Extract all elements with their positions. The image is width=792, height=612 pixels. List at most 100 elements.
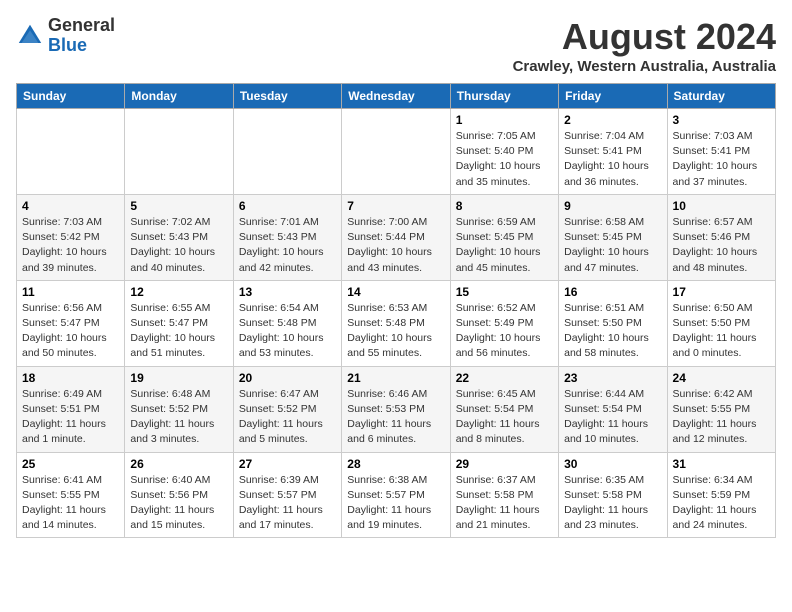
day-number: 31 <box>673 457 770 471</box>
title-area: August 2024 Crawley, Western Australia, … <box>513 16 776 75</box>
weekday-header-wednesday: Wednesday <box>342 84 450 109</box>
calendar-week-row: 25 Sunrise: 6:41 AMSunset: 5:55 PMDayligh… <box>17 452 776 538</box>
day-number: 21 <box>347 371 444 385</box>
calendar-cell: 1 Sunrise: 7:05 AMSunset: 5:40 PMDaylight… <box>450 109 558 195</box>
day-number: 29 <box>456 457 553 471</box>
weekday-header-monday: Monday <box>125 84 233 109</box>
weekday-header-row: SundayMondayTuesdayWednesdayThursdayFrid… <box>17 84 776 109</box>
calendar-week-row: 1 Sunrise: 7:05 AMSunset: 5:40 PMDaylight… <box>17 109 776 195</box>
calendar-week-row: 11Sunrise: 6:56 AMSunset: 5:47 PMDayligh… <box>17 280 776 366</box>
calendar-cell: 15Sunrise: 6:52 AMSunset: 5:49 PMDayligh… <box>450 280 558 366</box>
day-info: Sunrise: 6:53 AMSunset: 5:48 PMDaylight:… <box>347 301 444 362</box>
day-info: Sunrise: 7:02 AMSunset: 5:43 PMDaylight:… <box>130 215 227 276</box>
calendar-cell <box>17 109 125 195</box>
day-number: 3 <box>673 113 770 127</box>
day-info: Sunrise: 6:45 AMSunset: 5:54 PMDaylight:… <box>456 387 553 448</box>
day-info: Sunrise: 6:34 AMSunset: 5:59 PMDaylight:… <box>673 473 770 534</box>
day-info: Sunrise: 6:57 AMSunset: 5:46 PMDaylight:… <box>673 215 770 276</box>
day-info: Sunrise: 6:56 AMSunset: 5:47 PMDaylight:… <box>22 301 119 362</box>
day-number: 25 <box>22 457 119 471</box>
day-number: 22 <box>456 371 553 385</box>
day-info: Sunrise: 6:51 AMSunset: 5:50 PMDaylight:… <box>564 301 661 362</box>
calendar-cell: 20 Sunrise: 6:47 AMSunset: 5:52 PMDayligh… <box>233 366 341 452</box>
day-number: 2 <box>564 113 661 127</box>
day-number: 26 <box>130 457 227 471</box>
calendar-cell: 26 Sunrise: 6:40 AMSunset: 5:56 PMDayligh… <box>125 452 233 538</box>
calendar-cell: 17 Sunrise: 6:50 AMSunset: 5:50 PMDayligh… <box>667 280 775 366</box>
calendar-cell: 25 Sunrise: 6:41 AMSunset: 5:55 PMDayligh… <box>17 452 125 538</box>
calendar-cell: 13 Sunrise: 6:54 AMSunset: 5:48 PMDayligh… <box>233 280 341 366</box>
logo-icon <box>16 22 44 50</box>
logo-general: General <box>48 16 115 36</box>
day-info: Sunrise: 6:58 AMSunset: 5:45 PMDaylight:… <box>564 215 661 276</box>
day-number: 17 <box>673 285 770 299</box>
day-number: 19 <box>130 371 227 385</box>
day-info: Sunrise: 7:01 AMSunset: 5:43 PMDaylight:… <box>239 215 336 276</box>
day-number: 23 <box>564 371 661 385</box>
calendar-cell: 24 Sunrise: 6:42 AMSunset: 5:55 PMDayligh… <box>667 366 775 452</box>
day-info: Sunrise: 6:47 AMSunset: 5:52 PMDaylight:… <box>239 387 336 448</box>
page-header: General Blue August 2024 Crawley, Wester… <box>16 16 776 75</box>
calendar-cell: 30 Sunrise: 6:35 AMSunset: 5:58 PMDayligh… <box>559 452 667 538</box>
day-number: 12 <box>130 285 227 299</box>
day-number: 1 <box>456 113 553 127</box>
logo-blue: Blue <box>48 36 115 56</box>
calendar-table: SundayMondayTuesdayWednesdayThursdayFrid… <box>16 83 776 538</box>
day-info: Sunrise: 7:05 AMSunset: 5:40 PMDaylight:… <box>456 129 553 190</box>
day-info: Sunrise: 6:55 AMSunset: 5:47 PMDaylight:… <box>130 301 227 362</box>
day-number: 18 <box>22 371 119 385</box>
day-number: 6 <box>239 199 336 213</box>
day-info: Sunrise: 6:52 AMSunset: 5:49 PMDaylight:… <box>456 301 553 362</box>
day-number: 4 <box>22 199 119 213</box>
month-title: August 2024 <box>513 16 776 58</box>
weekday-header-thursday: Thursday <box>450 84 558 109</box>
day-info: Sunrise: 7:00 AMSunset: 5:44 PMDaylight:… <box>347 215 444 276</box>
calendar-cell: 12 Sunrise: 6:55 AMSunset: 5:47 PMDayligh… <box>125 280 233 366</box>
calendar-cell: 10 Sunrise: 6:57 AMSunset: 5:46 PMDayligh… <box>667 194 775 280</box>
calendar-cell: 28 Sunrise: 6:38 AMSunset: 5:57 PMDayligh… <box>342 452 450 538</box>
calendar-cell: 16Sunrise: 6:51 AMSunset: 5:50 PMDayligh… <box>559 280 667 366</box>
calendar-cell: 5Sunrise: 7:02 AMSunset: 5:43 PMDaylight… <box>125 194 233 280</box>
calendar-week-row: 4 Sunrise: 7:03 AMSunset: 5:42 PMDaylight… <box>17 194 776 280</box>
calendar-cell: 8Sunrise: 6:59 AMSunset: 5:45 PMDaylight… <box>450 194 558 280</box>
calendar-week-row: 18 Sunrise: 6:49 AMSunset: 5:51 PMDayligh… <box>17 366 776 452</box>
day-info: Sunrise: 6:50 AMSunset: 5:50 PMDaylight:… <box>673 301 770 362</box>
day-number: 10 <box>673 199 770 213</box>
day-info: Sunrise: 6:54 AMSunset: 5:48 PMDaylight:… <box>239 301 336 362</box>
weekday-header-sunday: Sunday <box>17 84 125 109</box>
calendar-cell: 4 Sunrise: 7:03 AMSunset: 5:42 PMDaylight… <box>17 194 125 280</box>
logo: General Blue <box>16 16 115 56</box>
calendar-cell: 18 Sunrise: 6:49 AMSunset: 5:51 PMDayligh… <box>17 366 125 452</box>
day-number: 30 <box>564 457 661 471</box>
day-info: Sunrise: 6:38 AMSunset: 5:57 PMDaylight:… <box>347 473 444 534</box>
location-subtitle: Crawley, Western Australia, Australia <box>513 58 776 75</box>
calendar-cell: 29Sunrise: 6:37 AMSunset: 5:58 PMDayligh… <box>450 452 558 538</box>
day-number: 28 <box>347 457 444 471</box>
weekday-header-saturday: Saturday <box>667 84 775 109</box>
day-number: 20 <box>239 371 336 385</box>
day-number: 7 <box>347 199 444 213</box>
weekday-header-tuesday: Tuesday <box>233 84 341 109</box>
calendar-cell: 14 Sunrise: 6:53 AMSunset: 5:48 PMDayligh… <box>342 280 450 366</box>
weekday-header-friday: Friday <box>559 84 667 109</box>
day-info: Sunrise: 6:40 AMSunset: 5:56 PMDaylight:… <box>130 473 227 534</box>
day-info: Sunrise: 6:41 AMSunset: 5:55 PMDaylight:… <box>22 473 119 534</box>
day-info: Sunrise: 7:03 AMSunset: 5:42 PMDaylight:… <box>22 215 119 276</box>
day-info: Sunrise: 6:42 AMSunset: 5:55 PMDaylight:… <box>673 387 770 448</box>
day-number: 24 <box>673 371 770 385</box>
calendar-cell: 7 Sunrise: 7:00 AMSunset: 5:44 PMDaylight… <box>342 194 450 280</box>
day-info: Sunrise: 6:39 AMSunset: 5:57 PMDaylight:… <box>239 473 336 534</box>
day-info: Sunrise: 7:04 AMSunset: 5:41 PMDaylight:… <box>564 129 661 190</box>
calendar-cell: 2 Sunrise: 7:04 AMSunset: 5:41 PMDaylight… <box>559 109 667 195</box>
calendar-cell: 27Sunrise: 6:39 AMSunset: 5:57 PMDayligh… <box>233 452 341 538</box>
day-info: Sunrise: 6:49 AMSunset: 5:51 PMDaylight:… <box>22 387 119 448</box>
day-info: Sunrise: 6:35 AMSunset: 5:58 PMDaylight:… <box>564 473 661 534</box>
day-number: 14 <box>347 285 444 299</box>
day-info: Sunrise: 6:44 AMSunset: 5:54 PMDaylight:… <box>564 387 661 448</box>
day-number: 13 <box>239 285 336 299</box>
calendar-cell <box>125 109 233 195</box>
day-info: Sunrise: 6:48 AMSunset: 5:52 PMDaylight:… <box>130 387 227 448</box>
calendar-cell <box>233 109 341 195</box>
day-number: 8 <box>456 199 553 213</box>
calendar-cell: 11Sunrise: 6:56 AMSunset: 5:47 PMDayligh… <box>17 280 125 366</box>
